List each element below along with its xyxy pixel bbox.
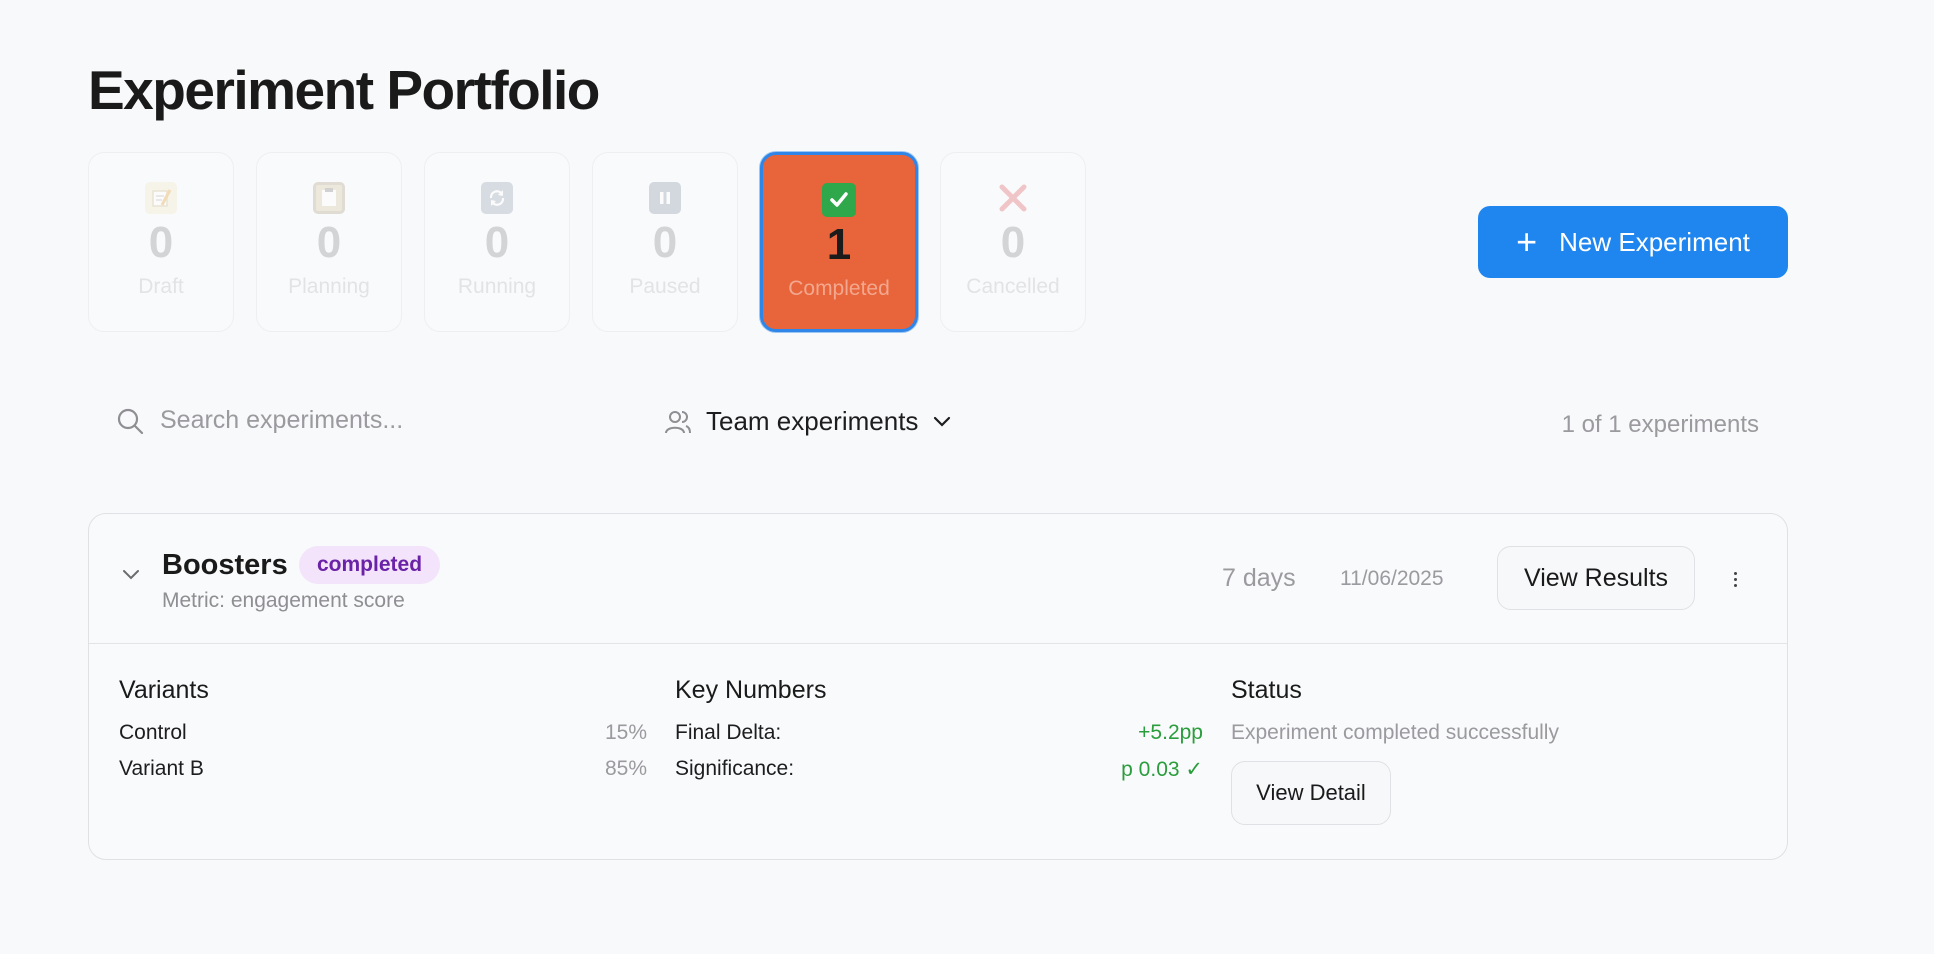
status-count: 0 (316, 218, 342, 267)
experiment-name: Boosters (162, 549, 288, 581)
clipboard-icon (312, 181, 346, 215)
status-badge: completed (299, 546, 441, 584)
experiment-details: Variants Control 15% Variant B 85% Key N… (89, 644, 1787, 859)
key-number-row: Significance: p 0.03 ✓ (675, 757, 1203, 783)
cross-icon (996, 181, 1030, 215)
chevron-down-icon (934, 416, 951, 427)
variant-split: 85% (604, 757, 647, 780)
results-count: 1 of 1 experiments (1561, 411, 1759, 438)
chevron-down-icon[interactable] (121, 568, 141, 582)
status-card-running[interactable]: 0 Running (424, 152, 570, 332)
status-message: Experiment completed successfully (1231, 721, 1559, 744)
check-icon (822, 183, 856, 217)
status-filter-row: 0 Draft 0 Planning 0 Running 0 Paused 1 … (88, 152, 1086, 332)
status-label: Planning (288, 275, 370, 298)
key-numbers-title: Key Numbers (675, 676, 827, 704)
variants-section: Variants Control 15% Variant B 85% (119, 676, 647, 793)
team-filter-dropdown[interactable]: Team experiments (664, 406, 952, 437)
search-bar (116, 406, 640, 435)
new-experiment-button[interactable]: + New Experiment (1478, 206, 1788, 278)
key-number-label: Significance: (675, 757, 795, 780)
variants-title: Variants (119, 676, 209, 704)
status-count: 0 (652, 218, 678, 267)
status-label: Cancelled (966, 275, 1060, 298)
status-count: 0 (1000, 218, 1026, 267)
status-count: 0 (148, 218, 174, 267)
key-number-value: p 0.03 ✓ (1121, 758, 1203, 781)
experiment-card: Boosters completed Metric: engagement sc… (88, 513, 1788, 860)
toolbar: Team experiments 1 of 1 experiments (88, 394, 1788, 450)
status-title: Status (1231, 676, 1302, 704)
experiment-duration: 7 days (1222, 564, 1296, 592)
experiment-metric: Metric: engagement score (162, 589, 405, 612)
key-number-row: Final Delta: +5.2pp (675, 721, 1203, 747)
memo-icon (144, 181, 178, 215)
variant-split: 15% (604, 721, 647, 744)
status-section: Status Experiment completed successfully… (1231, 676, 1759, 825)
key-number-label: Final Delta: (675, 721, 782, 744)
more-options-icon[interactable] (1725, 564, 1745, 594)
experiment-header[interactable]: Boosters completed Metric: engagement sc… (89, 514, 1787, 644)
search-input[interactable] (160, 406, 640, 435)
variant-name: Control (119, 721, 187, 744)
plus-icon: + (1516, 221, 1538, 262)
status-card-cancelled[interactable]: 0 Cancelled (940, 152, 1086, 332)
search-icon (117, 408, 144, 434)
view-detail-button[interactable]: View Detail (1231, 761, 1391, 825)
variant-row: Control 15% (119, 721, 647, 747)
experiment-date: 11/06/2025 (1340, 567, 1444, 590)
team-filter-label: Team experiments (706, 406, 919, 436)
status-card-paused[interactable]: 0 Paused (592, 152, 738, 332)
status-count: 1 (826, 220, 852, 269)
status-label: Running (457, 275, 537, 298)
status-card-draft[interactable]: 0 Draft (88, 152, 234, 332)
variant-name: Variant B (119, 757, 204, 780)
key-numbers-section: Key Numbers Final Delta: +5.2pp Signific… (675, 676, 1203, 793)
status-label: Completed (788, 277, 890, 300)
status-label: Paused (629, 275, 701, 298)
page-title: Experiment Portfolio (88, 59, 600, 121)
status-label: Draft (138, 275, 184, 298)
new-experiment-label: New Experiment (1559, 226, 1750, 257)
refresh-icon (480, 181, 514, 215)
variant-row: Variant B 85% (119, 757, 647, 783)
view-results-button[interactable]: View Results (1497, 546, 1695, 610)
status-count: 0 (484, 218, 510, 267)
status-card-completed[interactable]: 1 Completed (760, 152, 918, 332)
key-number-value: +5.2pp (1138, 721, 1203, 744)
pause-icon (648, 181, 682, 215)
status-card-planning[interactable]: 0 Planning (256, 152, 402, 332)
users-icon (665, 410, 691, 433)
